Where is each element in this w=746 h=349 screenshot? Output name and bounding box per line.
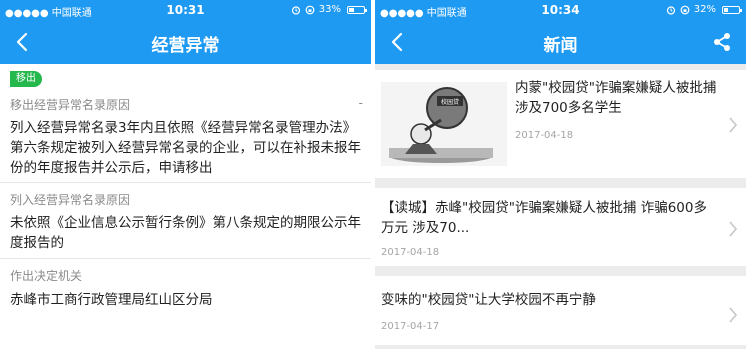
share-button[interactable] — [710, 30, 734, 54]
inclusion-reason-label: 列入经营异常名录原因 — [10, 193, 131, 207]
battery-icon — [347, 5, 367, 14]
alarm-icon — [666, 5, 675, 15]
business-anomaly-screen: ●●●●● 中国联通 10:31 33% 经营异常 移出 移出经营异常名录原因 … — [0, 0, 371, 349]
news-date: 2017-04-18 — [515, 130, 574, 141]
nav-bar: 经营异常 — [0, 20, 371, 64]
battery-percent: 32% — [693, 4, 716, 15]
chevron-right-icon — [729, 307, 738, 323]
collapse-dash: - — [358, 96, 363, 110]
alarm-icon — [291, 5, 300, 15]
share-icon — [714, 33, 730, 51]
divider — [0, 258, 371, 259]
nav-bar: 新闻 — [375, 20, 746, 64]
news-screen: ●●●●● 中国联通 10:34 32% 新闻 校园贷 内蒙"校园贷"诈骗案嫌疑… — [375, 0, 746, 349]
news-date: 2017-04-18 — [381, 247, 440, 258]
divider — [0, 182, 371, 183]
authority-label: 作出决定机关 — [10, 269, 83, 283]
removed-badge: 移出 — [10, 71, 42, 87]
authority-text: 赤峰市工商行政管理局红山区分局 — [10, 292, 213, 308]
news-date: 2017-04-17 — [381, 321, 440, 332]
lock-rotation-icon — [680, 5, 690, 14]
battery-icon — [722, 5, 742, 14]
status-right-group: 33% — [291, 4, 367, 15]
page-title: 经营异常 — [151, 36, 220, 56]
news-thumbnail: 校园贷 — [381, 82, 507, 166]
status-bar: ●●●●● 中国联通 10:31 33% — [0, 0, 371, 20]
news-item[interactable]: 变味的"校园贷"让大学校园不再宁静 2017-04-17 — [375, 276, 746, 345]
cartoon-image: 校园贷 — [389, 87, 493, 163]
news-title: 【读城】赤峰"校园贷"诈骗案嫌疑人被批捕 诈骗600多万元 涉及70... — [381, 200, 707, 236]
news-title: 内蒙"校园贷"诈骗案嫌疑人被批捕 涉及700多名学生 — [515, 80, 717, 116]
removal-reason-text: 列入经营异常名录3年内且依照《经营异常名录管理办法》第六条规定被列入经营异常名录… — [10, 120, 361, 176]
page-title: 新闻 — [543, 36, 578, 56]
lock-rotation-icon — [305, 5, 315, 14]
chevron-right-icon — [729, 117, 738, 133]
thumbnail-text: 校园贷 — [441, 98, 459, 106]
battery-percent: 33% — [318, 4, 341, 15]
top-bar: ●●●●● 中国联通 10:34 32% 新闻 — [375, 0, 746, 64]
status-right-group: 32% — [666, 4, 742, 15]
inclusion-reason-text: 未依照《企业信息公示暂行条例》第八条规定的期限公示年度报告的 — [10, 215, 361, 251]
news-title: 变味的"校园贷"让大学校园不再宁静 — [381, 292, 596, 308]
removal-reason-label: 移出经营异常名录原因 — [10, 98, 131, 112]
news-item[interactable]: 校园贷 内蒙"校园贷"诈骗案嫌疑人被批捕 涉及700多名学生 2017-04-1… — [375, 70, 746, 178]
chevron-right-icon — [729, 221, 738, 237]
status-bar: ●●●●● 中国联通 10:34 32% — [375, 0, 746, 20]
top-bar: ●●●●● 中国联通 10:31 33% 经营异常 — [0, 0, 371, 64]
news-item[interactable]: 【读城】赤峰"校园贷"诈骗案嫌疑人被批捕 诈骗600多万元 涉及70... 20… — [375, 188, 746, 266]
